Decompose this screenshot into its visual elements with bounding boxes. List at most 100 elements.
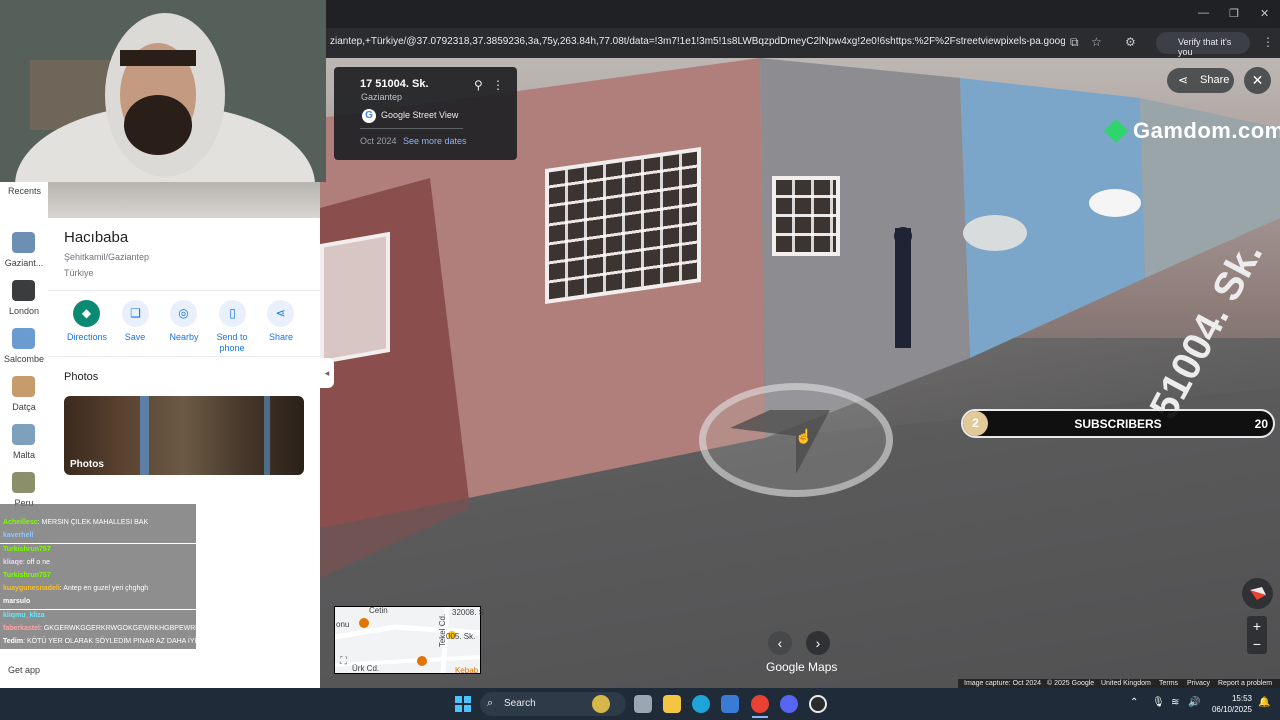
photos-caption: Photos — [70, 459, 104, 470]
expand-icon[interactable]: ⛶ — [340, 656, 347, 667]
place-country: Türkiye — [64, 268, 94, 278]
recent-thumbnail[interactable] — [12, 232, 35, 253]
see-more-dates-link[interactable]: See more dates — [403, 136, 467, 146]
footer-capture: Image capture: Oct 2024 — [964, 680, 1042, 687]
recent-thumbnail[interactable] — [12, 376, 35, 397]
chat-username: Acheillesc — [3, 519, 38, 527]
menu-kebab-icon[interactable]: ⋮ — [1262, 35, 1274, 49]
wifi-icon[interactable]: ≋ — [1171, 697, 1179, 708]
collapse-panel-button[interactable]: ◂ — [320, 358, 334, 388]
tray-chevron-icon[interactable]: ⌃ — [1130, 697, 1138, 708]
send-to-phone-button[interactable]: Send to phone — [212, 332, 252, 354]
minimap-label: Kebab — [455, 666, 479, 675]
subscriber-goal: 20 — [1254, 417, 1268, 431]
window-close-icon[interactable]: ✕ — [1260, 7, 1269, 20]
recent-thumbnail[interactable] — [12, 280, 35, 301]
google-g-icon: G — [362, 109, 376, 123]
minimize-icon[interactable]: — — [1198, 7, 1209, 19]
navigation-arrow-icon[interactable] — [730, 410, 830, 474]
recent-item-label[interactable]: Malta — [0, 450, 48, 460]
footer-terms[interactable]: Terms — [1159, 680, 1178, 687]
share-place-icon[interactable]: ⋖ — [267, 300, 294, 327]
nearby-icon[interactable]: ◎ — [170, 300, 197, 327]
location-title: 17 51004. Sk. — [360, 78, 429, 90]
windows-start-icon[interactable] — [455, 696, 471, 712]
zoom-in-button[interactable]: + — [1247, 616, 1267, 636]
nearby-button[interactable]: Nearby — [156, 332, 212, 342]
compass-icon[interactable] — [1242, 578, 1273, 609]
address-bar[interactable]: ziantep,+Türkiye/@37.0792318,37.3859236,… — [330, 36, 1065, 47]
recent-item-label[interactable]: Gaziant... — [0, 258, 48, 268]
recent-thumbnail[interactable] — [12, 472, 35, 493]
share-icon: ⋖ — [1178, 73, 1189, 87]
chat-username: Turkishrun757 — [3, 572, 51, 579]
chat-message: kliaqe: off o ne — [0, 556, 196, 570]
window-grille — [772, 176, 840, 256]
minimap-label: 005. Sk. — [446, 632, 476, 641]
chat-text: : GKGERWKGGERKRWGOKGEWRKHGBPEWRHGEWRH — [39, 624, 196, 632]
photos-heading: Photos — [64, 371, 99, 383]
card-divider — [360, 128, 463, 129]
directions-icon[interactable]: ◆ — [73, 300, 100, 327]
notification-icon[interactable]: 🔔 — [1258, 697, 1270, 708]
send-to-phone-icon[interactable]: ▯ — [219, 300, 246, 327]
install-icon[interactable]: ⧉ — [1070, 35, 1079, 50]
gamdom-logo-icon — [1104, 119, 1128, 143]
chat-message: kuaygunesnadeli: Antep en guzel yeri çhg… — [0, 583, 196, 597]
recent-thumbnail[interactable] — [12, 328, 35, 349]
share-place-button[interactable]: Share — [253, 332, 309, 342]
chrome-icon[interactable] — [751, 695, 769, 713]
minimap-label: 32008. S — [452, 608, 485, 617]
place-address: Şehitkamil/Gaziantep — [64, 252, 150, 262]
chat-username: faberkastel — [3, 624, 40, 632]
place-hero-image[interactable] — [48, 182, 320, 218]
save-button[interactable]: Save — [107, 332, 163, 342]
active-app-indicator — [752, 716, 768, 718]
chat-message: Acheillesc: MERSIN ÇILEK MAHALLESI BAK — [0, 517, 196, 531]
file-explorer-icon[interactable] — [663, 695, 681, 713]
extensions-icon[interactable]: ⚙ — [1125, 35, 1136, 49]
search-highlight-icon[interactable] — [592, 695, 610, 713]
edge-icon[interactable] — [692, 695, 710, 713]
chat-text: : MERSIN ÇILEK MAHALLESI BAK — [37, 519, 149, 527]
recent-item-label[interactable]: Salcombe — [0, 354, 48, 364]
footer-report[interactable]: Report a problem — [1218, 680, 1272, 687]
minimap-label: Cetin — [369, 606, 388, 615]
webcam-overlay — [0, 0, 326, 182]
maximize-icon[interactable]: ❐ — [1229, 7, 1239, 20]
chat-text: : Antep en guzel yeri çhghgh — [59, 585, 149, 593]
recent-item-label[interactable]: Datça — [0, 402, 48, 412]
recent-item-label[interactable]: London — [0, 306, 48, 316]
save-icon[interactable]: ❑ — [122, 300, 149, 327]
more-vert-icon[interactable]: ⋮ — [492, 78, 504, 92]
divider — [48, 356, 320, 357]
task-view-icon[interactable] — [634, 695, 652, 713]
volume-icon[interactable]: 🔊 — [1188, 697, 1200, 708]
verify-button[interactable]: Verify that it's you — [1156, 32, 1250, 57]
discord-icon[interactable] — [780, 695, 798, 713]
previous-arrow-button[interactable]: ‹ — [768, 631, 792, 655]
get-app-link[interactable]: Get app — [8, 665, 40, 675]
next-arrow-button[interactable]: › — [806, 631, 830, 655]
place-title: Hacıbaba — [64, 229, 129, 246]
clock-time[interactable]: 15:53 — [1206, 694, 1252, 703]
recent-thumbnail[interactable] — [12, 424, 35, 445]
zoom-out-button[interactable]: − — [1247, 634, 1267, 654]
clock-date[interactable]: 06/10/2025 — [1206, 705, 1252, 714]
chat-username: Turkishrun757 — [3, 545, 51, 553]
divider — [48, 290, 320, 291]
footer-copyright: © 2025 Google — [1047, 680, 1095, 687]
chat-username: kaverhell — [3, 532, 34, 540]
store-icon[interactable] — [721, 695, 739, 713]
subscriber-label: SUBSCRIBERS — [1074, 417, 1162, 431]
footer-region[interactable]: United Kingdom — [1101, 680, 1151, 687]
obs-icon[interactable] — [809, 695, 827, 713]
microphone-icon[interactable]: 🎙 — [1152, 697, 1165, 708]
google-maps-logo: Google Maps — [766, 660, 838, 674]
close-street-view-button[interactable]: ✕ — [1244, 67, 1271, 94]
recents-heading: Recents — [8, 186, 42, 196]
bookmark-star-icon[interactable]: ☆ — [1091, 35, 1102, 49]
pin-icon[interactable]: ⚲ — [474, 78, 483, 92]
chat-username: marsulo — [3, 598, 31, 606]
footer-privacy[interactable]: Privacy — [1187, 680, 1210, 687]
